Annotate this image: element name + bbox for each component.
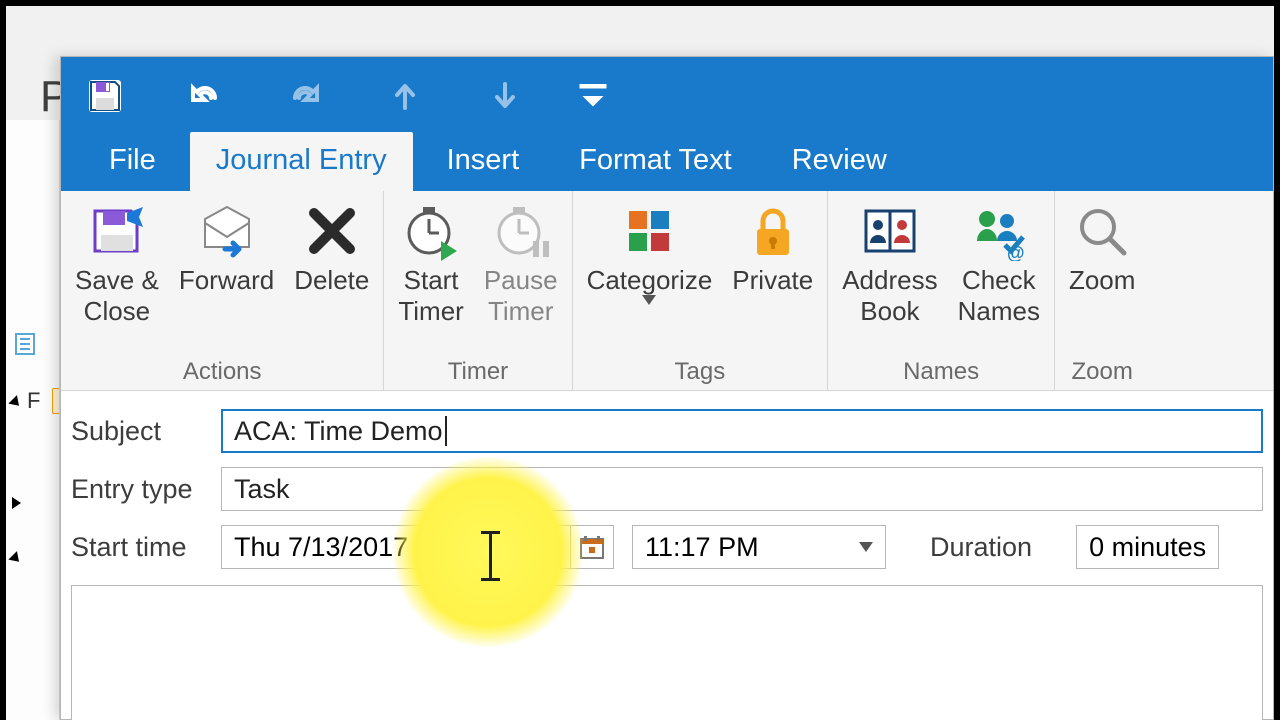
undo-button[interactable] — [175, 66, 235, 126]
group-actions: Save & Close Forward Delete — [61, 191, 384, 390]
group-label-names: Names — [832, 358, 1050, 388]
subject-label: Subject — [71, 416, 221, 447]
tab-journal-entry[interactable]: Journal Entry — [190, 132, 413, 191]
private-button[interactable]: Private — [722, 197, 823, 296]
background-sidebar: F — [6, 120, 60, 720]
notes-textarea[interactable] — [71, 585, 1263, 720]
redo-button[interactable] — [275, 66, 335, 126]
entry-type-select[interactable]: Task — [221, 467, 1263, 511]
save-and-close-button[interactable]: Save & Close — [65, 197, 169, 327]
address-book-button[interactable]: Address Book — [832, 197, 947, 327]
journal-form: Subject ACA: Time Demo Entry type Task S… — [61, 391, 1273, 720]
chevron-down-icon — [859, 542, 873, 552]
start-date-input[interactable]: Thu 7/13/2017 — [221, 525, 571, 569]
notebook-icon — [12, 331, 38, 363]
forward-button[interactable]: Forward — [169, 197, 284, 296]
text-cursor-icon — [489, 531, 492, 581]
delete-button[interactable]: Delete — [284, 197, 379, 296]
group-label-zoom: Zoom — [1059, 358, 1145, 388]
prev-item-button[interactable] — [375, 66, 435, 126]
calendar-picker-button[interactable] — [570, 525, 614, 569]
group-timer: Start Timer Pause Timer Timer — [384, 191, 572, 390]
tab-insert[interactable]: Insert — [421, 132, 546, 191]
zoom-button[interactable]: Zoom — [1059, 197, 1145, 296]
quick-access-toolbar — [61, 57, 1273, 135]
lock-icon — [741, 199, 805, 263]
group-label-actions: Actions — [65, 358, 379, 388]
forward-icon — [195, 199, 259, 263]
tab-format-text[interactable]: Format Text — [553, 132, 758, 191]
group-zoom: Zoom Zoom — [1055, 191, 1149, 390]
delete-icon — [300, 199, 364, 263]
group-label-tags: Tags — [577, 358, 824, 388]
chevron-down-icon — [642, 292, 656, 310]
group-tags: Categorize Private Tags — [573, 191, 829, 390]
check-names-button[interactable]: @ Check Names — [948, 197, 1050, 327]
magnifier-icon — [1070, 199, 1134, 263]
calendar-icon — [578, 533, 606, 561]
entry-type-label: Entry type — [71, 474, 221, 505]
ribbon-tabs: File Journal Entry Insert Format Text Re… — [61, 135, 1273, 191]
check-names-icon: @ — [967, 199, 1031, 263]
save-close-icon — [85, 199, 149, 263]
journal-entry-window: File Journal Entry Insert Format Text Re… — [60, 56, 1274, 720]
subject-input[interactable]: ACA: Time Demo — [221, 409, 1263, 453]
customize-qat-button[interactable] — [575, 66, 611, 126]
duration-select[interactable]: 0 minutes — [1076, 525, 1219, 569]
group-names: Address Book @ Check Names Names — [828, 191, 1055, 390]
categorize-button[interactable]: Categorize — [577, 197, 723, 310]
ribbon: Save & Close Forward Delete — [61, 191, 1273, 391]
pause-timer-icon — [489, 199, 553, 263]
address-book-icon — [858, 199, 922, 263]
pause-timer-button[interactable]: Pause Timer — [474, 197, 568, 327]
save-button[interactable] — [75, 66, 135, 126]
group-label-timer: Timer — [388, 358, 567, 388]
tab-review[interactable]: Review — [766, 132, 913, 191]
start-time-label: Start time — [71, 532, 221, 563]
tab-file[interactable]: File — [83, 132, 182, 191]
start-time-select[interactable]: 11:17 PM — [632, 525, 886, 569]
categorize-icon — [617, 199, 681, 263]
start-timer-button[interactable]: Start Timer — [388, 197, 473, 327]
next-item-button[interactable] — [475, 66, 535, 126]
svg-text:@: @ — [1007, 243, 1025, 261]
start-timer-icon — [399, 199, 463, 263]
duration-label: Duration — [930, 532, 1032, 563]
